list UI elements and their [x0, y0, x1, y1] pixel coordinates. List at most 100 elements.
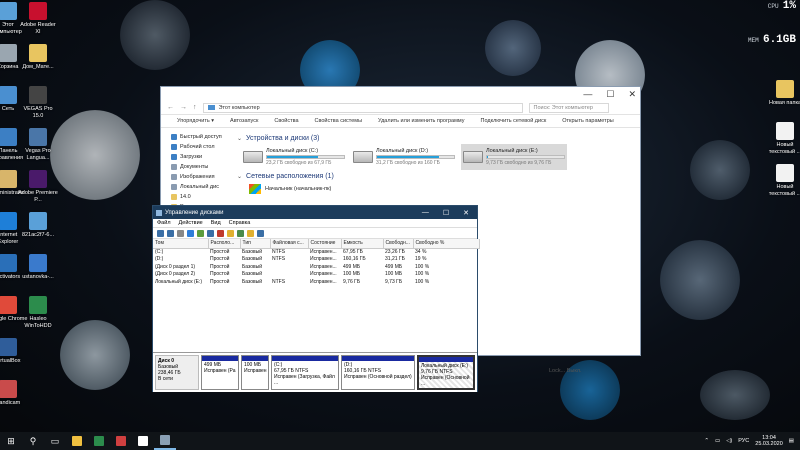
close-button[interactable]: ✕	[628, 89, 636, 100]
desktop-icon[interactable]: Adobe Reader XI	[18, 2, 58, 35]
toolbar-button-icon[interactable]	[217, 229, 224, 237]
desktop-icon[interactable]: ustanovka-...	[18, 254, 58, 281]
network-location-item[interactable]: Начальник (начальник-пк)	[237, 182, 640, 196]
column-header[interactable]: Тип	[240, 239, 271, 249]
explorer-titlebar[interactable]: — ☐ ✕	[161, 87, 640, 101]
partition-content: (D:) 160,16 ГБ NTFS Исправен (Основной раз…	[342, 361, 414, 381]
start-button[interactable]: ⊞	[0, 432, 22, 450]
toolbar-button-icon[interactable]	[227, 229, 234, 237]
column-header[interactable]: Располо...	[208, 239, 241, 249]
column-header[interactable]: Файловая с...	[270, 239, 309, 249]
ribbon-button[interactable]: Упорядочить ▾	[169, 118, 222, 124]
desktop-icon[interactable]: Новый текстовый ...	[765, 164, 800, 197]
back-arrow-icon[interactable]: ←	[167, 104, 174, 111]
column-header[interactable]: Состояние	[308, 239, 342, 249]
taskbar-app-icon[interactable]	[110, 432, 132, 450]
up-arrow-icon[interactable]: ↑	[193, 104, 197, 111]
ribbon-button[interactable]: Удалить или изменить программу	[370, 118, 472, 124]
chevron-up-icon[interactable]: ⌃	[704, 438, 709, 444]
app-icon	[29, 296, 47, 314]
chevron-down-icon: ⌄	[237, 135, 243, 142]
notifications-icon[interactable]: ▤	[789, 438, 794, 444]
ribbon-button[interactable]: Автозапуск	[222, 118, 266, 124]
toolbar-button-icon[interactable]	[207, 229, 214, 237]
search-input[interactable]: Поиск: Этот компьютер	[528, 102, 609, 113]
toolbar-button-icon[interactable]	[167, 229, 174, 237]
nav-item[interactable]: Локальный дис	[171, 182, 231, 192]
desktop-icon[interactable]: Новая папка	[765, 80, 800, 107]
maximize-button[interactable]: ☐	[443, 209, 449, 217]
nav-item[interactable]: Быстрый доступ	[171, 132, 231, 142]
partition-block[interactable]: (C:) 67,95 ГБ NTFS Исправен (Загрузка, Фай…	[271, 355, 339, 390]
desktop-icon[interactable]: VEGAS Pro 15.0	[18, 86, 58, 119]
table-row[interactable]: (D:) Простой Базовый NTFS Исправен... 160,16 …	[153, 256, 479, 264]
disk-management-window[interactable]: Управление дисками — ☐ ✕ Файл Действие Вид…	[152, 205, 480, 392]
drive-item[interactable]: Локальный диск (C:) 23,2 ГБ свободно из 6…	[241, 144, 347, 170]
taskbar-app-icon[interactable]	[66, 432, 88, 450]
desktop-icon[interactable]: Новый текстовый ...	[765, 122, 800, 155]
table-row[interactable]: (C:) Простой Базовый NTFS Исправен... 67,95 Г…	[153, 248, 479, 256]
menu-item[interactable]: Действие	[179, 220, 203, 226]
disk-label[interactable]: Диск 0 Базовый 238,46 ГБ В сети	[155, 355, 199, 390]
close-button[interactable]: ✕	[463, 209, 469, 217]
task-view-icon[interactable]: ▭	[44, 432, 66, 450]
toolbar-button-icon[interactable]	[177, 229, 184, 237]
toolbar-button-icon[interactable]	[257, 229, 264, 237]
partition-block[interactable]: Локальный диск (E:) 9,76 ГБ NTFS Исправен …	[417, 355, 475, 390]
partition-block[interactable]: 100 МБ Исправен	[241, 355, 269, 390]
toolbar-button-icon[interactable]	[237, 229, 244, 237]
toolbar-button-icon[interactable]	[247, 229, 254, 237]
partition-block[interactable]: 499 МБ Исправен (Ра	[201, 355, 239, 390]
language-indicator[interactable]: РУС	[738, 438, 749, 444]
toolbar-button-icon[interactable]	[187, 229, 194, 237]
volume-icon[interactable]: ◁)	[726, 438, 732, 444]
desktop-icon[interactable]: VirtualBox	[0, 338, 28, 365]
network-icon[interactable]: ▭	[715, 438, 720, 444]
table-row[interactable]: (Диск 0 раздел 1) Простой Базовый Исправен.…	[153, 263, 479, 271]
address-bar[interactable]: Этот компьютер	[202, 102, 523, 113]
desktop-icon[interactable]: Дом_Мате...	[18, 44, 58, 71]
taskbar-app-icon[interactable]	[88, 432, 110, 450]
table-cell: Локальный диск (E:)	[155, 278, 203, 285]
minimize-button[interactable]: —	[583, 89, 592, 99]
desktop-icon[interactable]: Adobe Premiere P...	[18, 170, 58, 203]
nav-item[interactable]: Документы	[171, 162, 231, 172]
devices-section-header[interactable]: ⌄ Устройства и диски (3)	[237, 132, 640, 144]
partition-block[interactable]: (D:) 160,16 ГБ NTFS Исправен (Основной раз…	[341, 355, 415, 390]
drive-item[interactable]: Локальный диск (D:) 31,2 ГБ свободно из 1…	[351, 144, 457, 170]
ribbon-button[interactable]: Открыть параметры	[554, 118, 621, 124]
menu-item[interactable]: Справка	[229, 220, 251, 226]
toolbar-button-icon[interactable]	[197, 229, 204, 237]
table-row[interactable]: Локальный диск (E:) Простой Базовый NTFS Исп…	[153, 278, 479, 286]
ribbon-button[interactable]: Свойства системы	[307, 118, 371, 124]
nav-item[interactable]: Изображения	[171, 172, 231, 182]
desktop-icon[interactable]: 821ac2f7-6...	[18, 212, 58, 239]
nav-item[interactable]: 14.0	[171, 192, 231, 202]
nav-item[interactable]: Рабочий стол	[171, 142, 231, 152]
forward-arrow-icon[interactable]: →	[180, 104, 187, 111]
disk-management-titlebar[interactable]: Управление дисками — ☐ ✕	[153, 206, 477, 219]
toolbar-button-icon[interactable]	[157, 229, 164, 237]
desktop-icon[interactable]: Hasleo WinToHDD	[18, 296, 58, 329]
drive-item[interactable]: Локальный диск (E:) 9,73 ГБ свободно из 9…	[461, 144, 567, 170]
taskbar-app-icon[interactable]	[132, 432, 154, 450]
nav-item[interactable]: Загрузки	[171, 152, 231, 162]
column-header[interactable]: Свободно %	[413, 239, 480, 249]
maximize-button[interactable]: ☐	[606, 89, 614, 100]
ribbon-button[interactable]: Подключить сетевой диск	[473, 118, 555, 124]
ribbon-button[interactable]: Свойства	[266, 118, 306, 124]
table-cell: 100 %	[415, 271, 430, 278]
taskbar-app-icon[interactable]	[154, 432, 176, 450]
column-header[interactable]: Том	[153, 239, 209, 249]
desktop-icon[interactable]: Vegas Pro Langua...	[18, 128, 58, 161]
search-icon[interactable]: ⚲	[22, 432, 44, 450]
column-header[interactable]: Емкость	[341, 239, 384, 249]
network-section-header[interactable]: ⌄ Сетевые расположения (1)	[237, 170, 640, 182]
minimize-button[interactable]: —	[422, 209, 429, 217]
column-header[interactable]: Свободн...	[383, 239, 414, 249]
desktop-icon[interactable]: Bandicam	[0, 380, 28, 407]
menu-item[interactable]: Вид	[211, 220, 221, 226]
menu-item[interactable]: Файл	[157, 220, 171, 226]
clock[interactable]: 13:04 25.03.2020	[755, 435, 783, 447]
table-row[interactable]: (Диск 0 раздел 2) Простой Базовый Исправен.…	[153, 271, 479, 279]
